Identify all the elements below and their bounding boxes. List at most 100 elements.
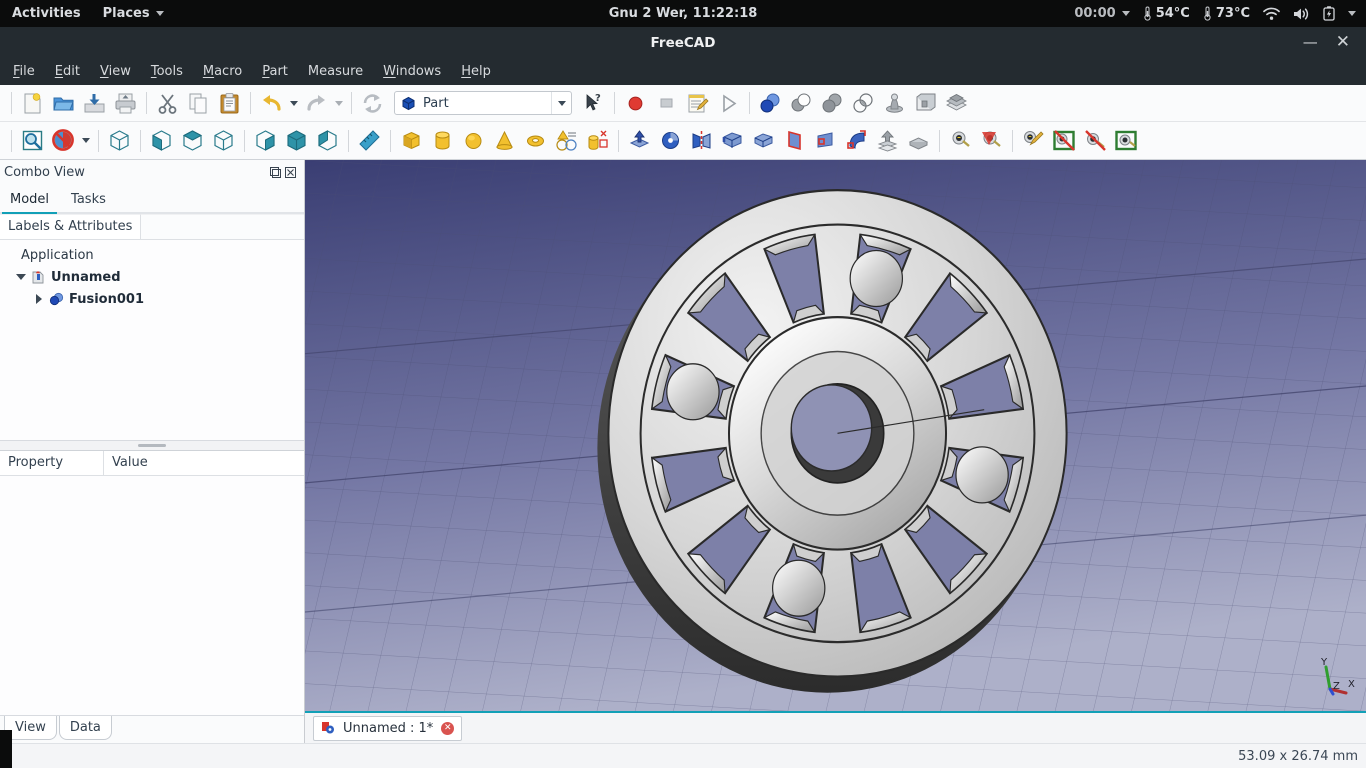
appearance-icon[interactable] (1018, 125, 1049, 156)
sweep-icon[interactable] (841, 125, 872, 156)
menu-help[interactable]: Help (461, 64, 491, 79)
left-view-icon[interactable] (312, 125, 343, 156)
copy-icon[interactable] (183, 88, 214, 119)
show-all-icon[interactable] (1111, 125, 1142, 156)
sphere-icon[interactable] (458, 125, 489, 156)
workbench-selector[interactable]: Part (394, 91, 572, 115)
fillet-icon[interactable] (717, 125, 748, 156)
tree-item-application[interactable]: Application (0, 244, 304, 266)
menu-windows[interactable]: Windows (383, 64, 441, 79)
tab-model[interactable]: Model (6, 192, 53, 212)
float-panel-icon[interactable] (268, 165, 283, 180)
chevron-down-icon[interactable] (14, 271, 27, 284)
section-icon[interactable] (879, 88, 910, 119)
hide-selection-icon[interactable] (1049, 125, 1080, 156)
mirror-icon[interactable] (686, 125, 717, 156)
save-document-icon[interactable] (79, 88, 110, 119)
hide-all-icon[interactable] (1080, 125, 1111, 156)
scene-inspector-icon[interactable] (945, 125, 976, 156)
cross-sections-icon[interactable] (976, 125, 1007, 156)
places-menu[interactable]: Places (103, 6, 164, 21)
toolbar-separator (939, 130, 940, 152)
torus-icon[interactable] (520, 125, 551, 156)
boolean-icon[interactable] (755, 88, 786, 119)
front-view-icon[interactable] (146, 125, 177, 156)
secondary-clock[interactable]: 00:00 (1074, 6, 1129, 21)
shape-builder-icon[interactable] (582, 125, 613, 156)
top-view-icon[interactable] (177, 125, 208, 156)
fit-all-icon[interactable] (17, 125, 48, 156)
open-document-icon[interactable] (48, 88, 79, 119)
menu-file[interactable]: File (13, 64, 35, 79)
close-button[interactable]: ✕ (1336, 34, 1350, 51)
redo-dropdown-icon[interactable] (332, 88, 346, 119)
paste-icon[interactable] (214, 88, 245, 119)
volume-icon[interactable] (1293, 7, 1310, 21)
tree-label-application: Application (21, 248, 94, 263)
offset-icon[interactable] (872, 125, 903, 156)
toolbar-row-1: Part ? (0, 85, 1366, 122)
tab-tasks[interactable]: Tasks (67, 192, 110, 212)
tab-data[interactable]: Data (59, 716, 112, 740)
panel-splitter[interactable] (0, 441, 304, 450)
chamfer-icon[interactable] (748, 125, 779, 156)
macro-stop-icon[interactable] (651, 88, 682, 119)
loft-icon[interactable] (810, 125, 841, 156)
draw-style-icon[interactable] (48, 125, 79, 156)
slice-icon[interactable] (941, 88, 972, 119)
tree-item-fusion001[interactable]: Fusion001 (0, 288, 304, 310)
thickness-icon[interactable] (903, 125, 934, 156)
cpu-temperature: 54°C (1143, 6, 1190, 21)
tree-item-unnamed[interactable]: Unnamed (0, 266, 304, 288)
draw-style-dropdown-icon[interactable] (79, 125, 93, 156)
cut-icon[interactable] (152, 88, 183, 119)
axonometric-view-icon[interactable] (104, 125, 135, 156)
compound-icon[interactable] (910, 88, 941, 119)
battery-icon[interactable] (1323, 6, 1335, 21)
3d-scene[interactable]: . (305, 160, 1366, 711)
close-icon[interactable]: ✕ (441, 722, 454, 735)
redo-icon[interactable] (301, 88, 332, 119)
system-menu-caret-icon[interactable] (1348, 11, 1356, 16)
new-document-icon[interactable] (17, 88, 48, 119)
undo-dropdown-icon[interactable] (287, 88, 301, 119)
minimize-button[interactable]: — (1303, 35, 1318, 50)
menu-macro[interactable]: Macro (203, 64, 242, 79)
refresh-icon[interactable] (357, 88, 388, 119)
extrude-icon[interactable] (624, 125, 655, 156)
property-table-body[interactable] (0, 476, 304, 715)
menu-edit[interactable]: Edit (55, 64, 80, 79)
measure-icon[interactable] (354, 125, 385, 156)
bottom-view-icon[interactable] (281, 125, 312, 156)
print-document-icon[interactable] (110, 88, 141, 119)
create-primitives-icon[interactable] (551, 125, 582, 156)
macro-edit-icon[interactable] (682, 88, 713, 119)
3d-viewport[interactable]: . X Y Z (305, 160, 1366, 711)
cut-boolean-icon[interactable] (786, 88, 817, 119)
menu-tools[interactable]: Tools (151, 64, 183, 79)
macro-record-icon[interactable] (620, 88, 651, 119)
document-tab-bar: Unnamed : 1* ✕ (305, 711, 1366, 743)
cone-icon[interactable] (489, 125, 520, 156)
menu-view[interactable]: View (100, 64, 131, 79)
model-tree[interactable]: Application Unnamed (0, 240, 304, 440)
box-icon[interactable] (396, 125, 427, 156)
chevron-right-icon[interactable] (32, 293, 45, 306)
menu-measure[interactable]: Measure (308, 64, 363, 79)
union-icon[interactable] (817, 88, 848, 119)
cylinder-icon[interactable] (427, 125, 458, 156)
menu-part[interactable]: Part (262, 64, 288, 79)
document-tab-unnamed[interactable]: Unnamed : 1* ✕ (313, 716, 462, 741)
whats-this-icon[interactable]: ? (578, 88, 609, 119)
ruled-surface-icon[interactable] (779, 125, 810, 156)
undo-icon[interactable] (256, 88, 287, 119)
rear-view-icon[interactable] (250, 125, 281, 156)
common-icon[interactable] (848, 88, 879, 119)
right-view-icon[interactable] (208, 125, 239, 156)
activities-button[interactable]: Activities (12, 6, 81, 21)
wifi-icon[interactable] (1263, 7, 1280, 21)
chevron-down-icon[interactable] (551, 92, 571, 114)
macro-execute-icon[interactable] (713, 88, 744, 119)
close-panel-icon[interactable] (283, 165, 298, 180)
revolve-icon[interactable] (655, 125, 686, 156)
